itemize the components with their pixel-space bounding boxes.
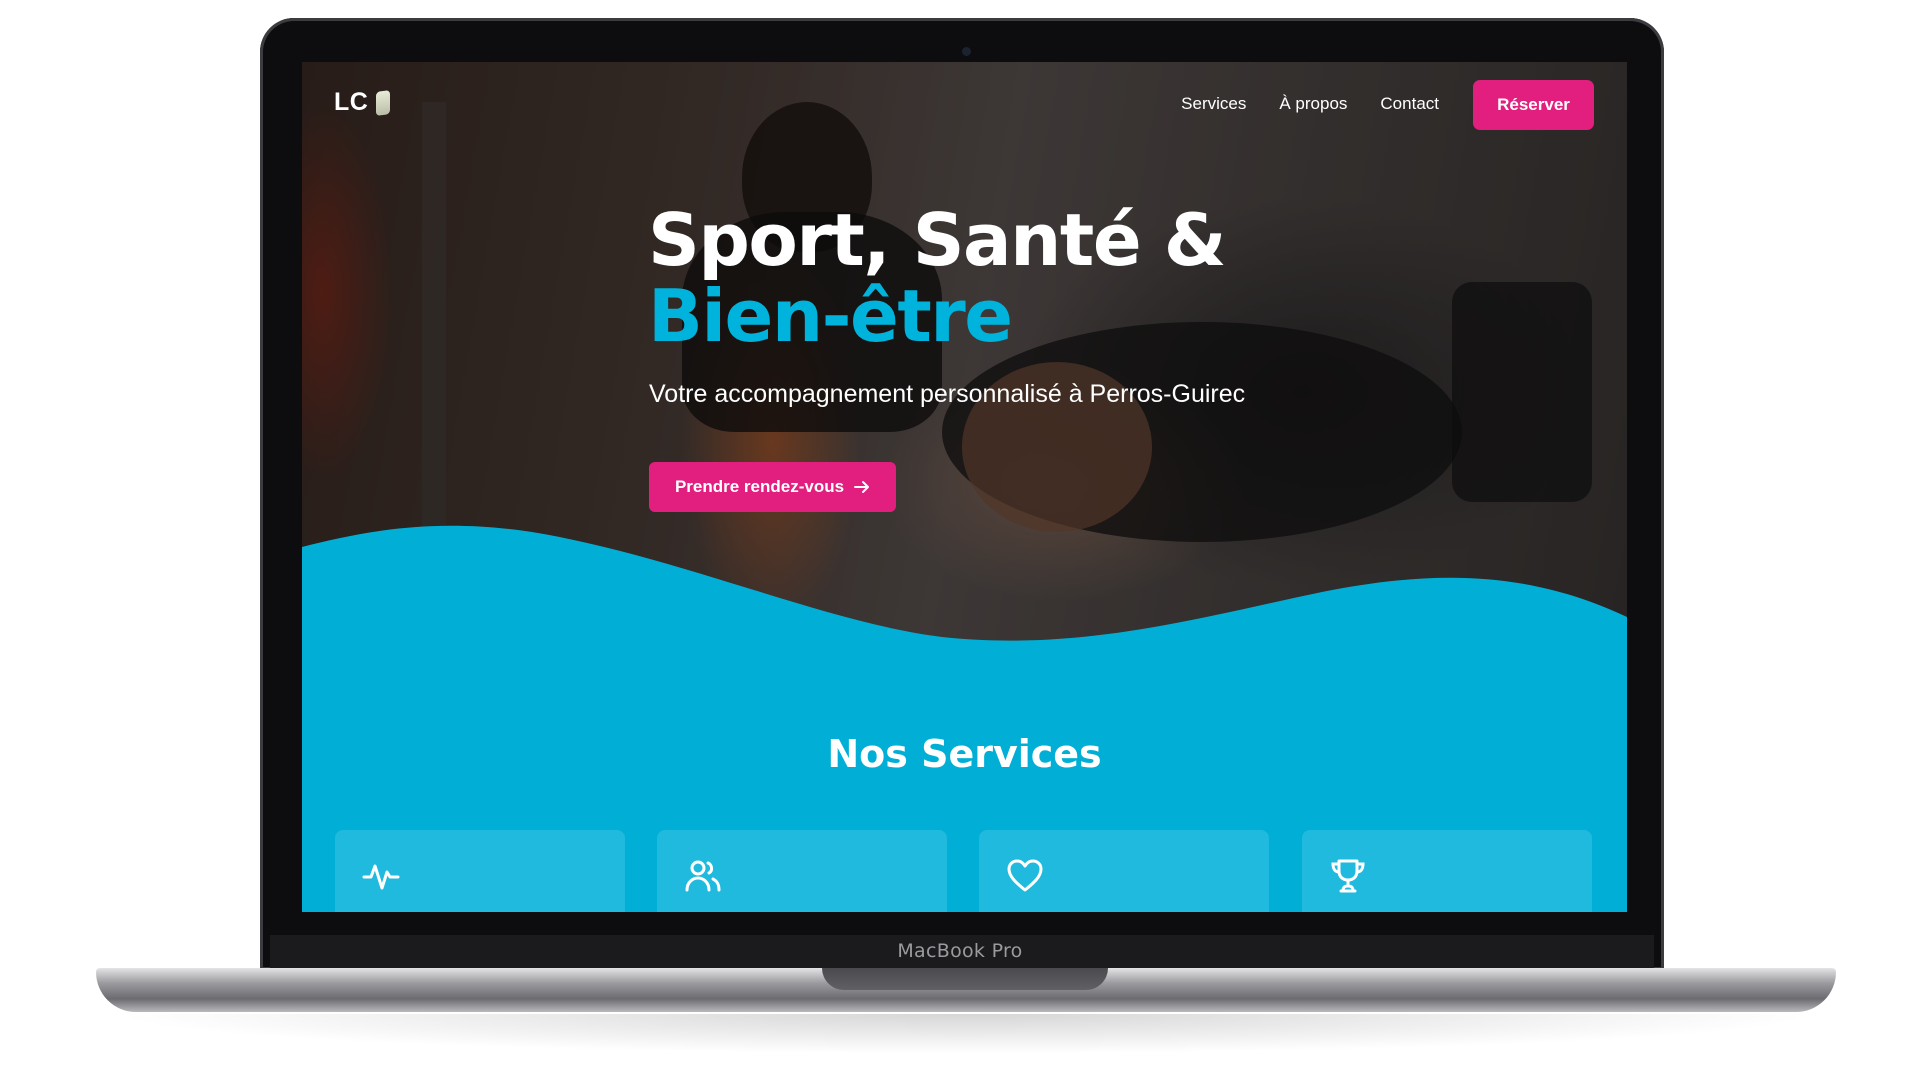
- service-card-performance[interactable]: [1302, 830, 1592, 912]
- device-label: MacBook Pro: [897, 940, 1023, 962]
- laptop-notch: [822, 968, 1108, 990]
- reserve-button[interactable]: Réserver: [1473, 80, 1594, 130]
- site-navbar: LC Services À propos Contact Réserver: [302, 62, 1627, 144]
- service-card-activity[interactable]: [335, 830, 625, 912]
- logo-text: LC: [334, 88, 369, 116]
- service-card-wellness[interactable]: [979, 830, 1269, 912]
- webcam: [962, 47, 971, 56]
- book-appointment-label: Prendre rendez-vous: [674, 477, 845, 496]
- laptop-screen: LC Services À propos Contact Réserver Sp…: [302, 62, 1627, 912]
- hero-title-line1: Sport, Santé &: [648, 198, 1227, 282]
- heart-icon: [1007, 859, 1043, 892]
- arrow-right-icon: [854, 481, 870, 493]
- hero-background-photo: [302, 62, 1627, 762]
- service-card-group[interactable]: [657, 830, 947, 912]
- book-appointment-button[interactable]: Prendre rendez-vous: [649, 462, 896, 512]
- nav-link-a-propos[interactable]: À propos: [1279, 94, 1347, 114]
- users-icon: [685, 860, 721, 892]
- nav-link-contact[interactable]: Contact: [1380, 94, 1439, 114]
- hero-wave-divider: [302, 525, 1627, 762]
- activity-icon: [362, 864, 400, 890]
- hero-title: Sport, Santé & Bien-être: [648, 198, 1227, 358]
- nav-links: Services À propos Contact: [1181, 94, 1439, 114]
- hero-title-line2: Bien-être: [648, 274, 1013, 358]
- trophy-icon: [1331, 859, 1365, 893]
- hero-subtitle: Votre accompagnement personnalisé à Perr…: [649, 380, 1246, 408]
- laptop-shadow: [110, 1014, 1820, 1054]
- services-title: Nos Services: [827, 732, 1102, 776]
- site-logo[interactable]: LC: [334, 88, 391, 117]
- nav-link-services[interactable]: Services: [1181, 94, 1246, 114]
- logo-mark-icon: [376, 89, 391, 116]
